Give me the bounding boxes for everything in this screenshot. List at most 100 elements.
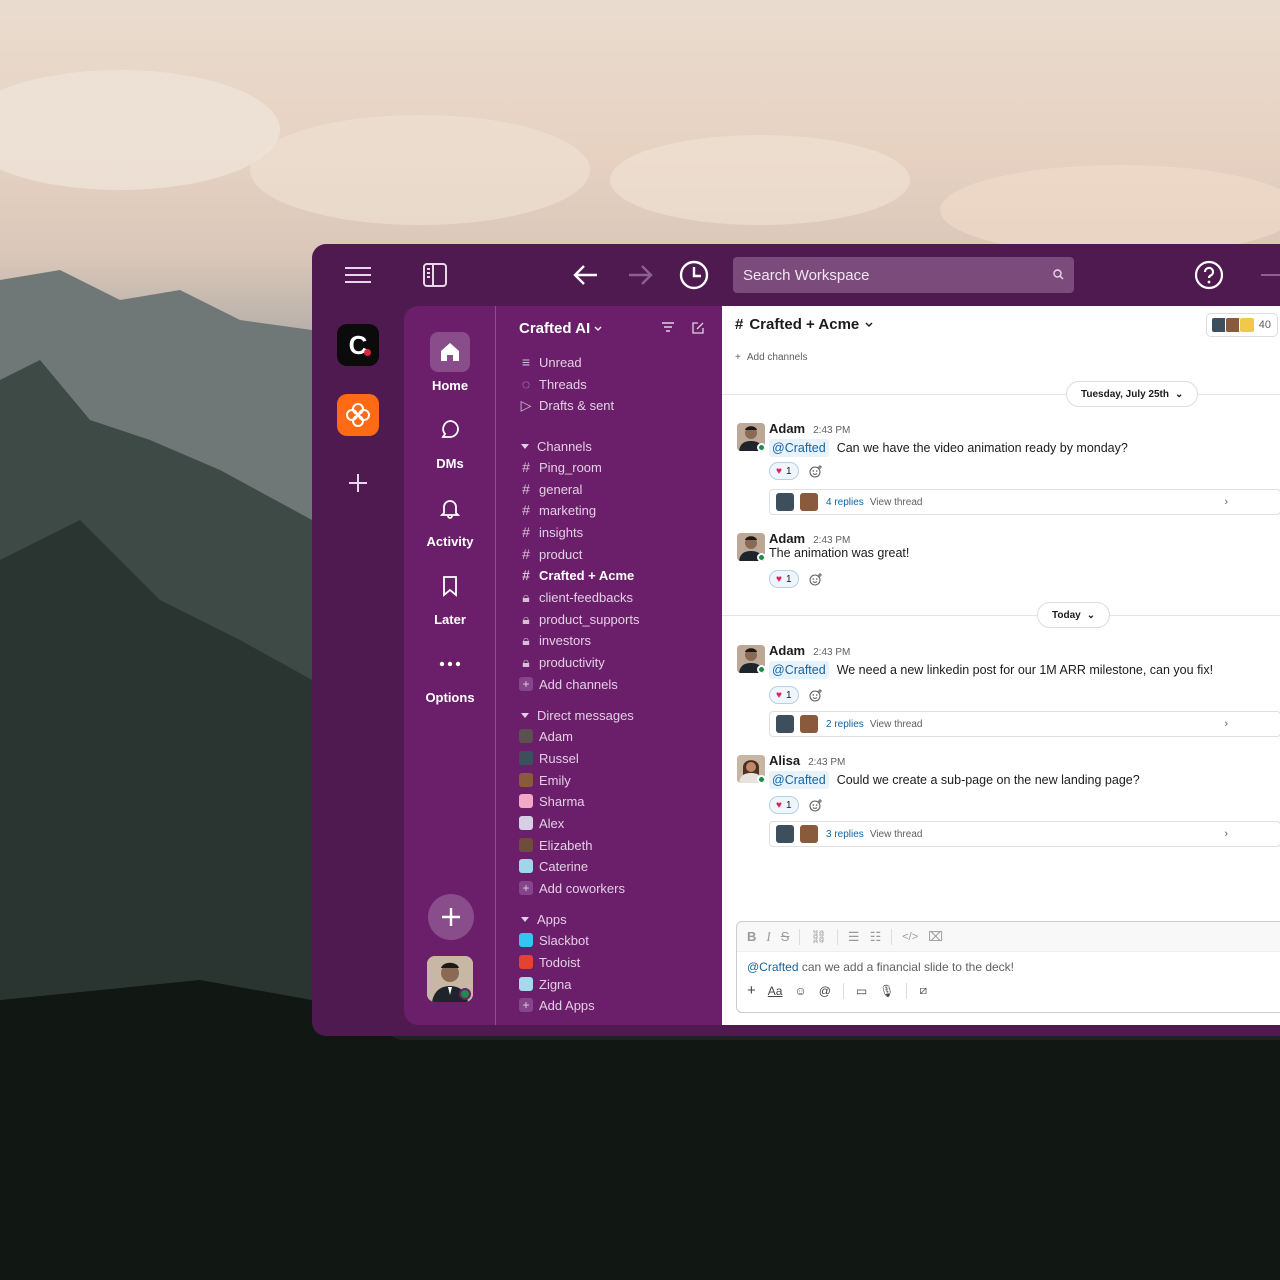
nav-dms[interactable]: DMs [404,410,496,471]
thread-summary[interactable]: 2 replies View thread › [769,711,1280,737]
emoji-icon[interactable]: ☺ [794,984,806,998]
create-new-button[interactable] [428,894,474,940]
reply-count[interactable]: 2 replies [826,719,864,730]
nav-home[interactable]: Home [404,332,496,393]
dm-section-header[interactable]: Direct messages [521,705,634,725]
app-item[interactable]: Slackbot [519,930,589,950]
app-item[interactable]: Todoist [519,952,580,972]
add-reaction-icon[interactable] [807,462,825,480]
strike-icon[interactable]: S [781,929,790,944]
thread-summary[interactable]: 3 replies View thread › [769,821,1280,847]
nav-later[interactable]: Later [404,566,496,627]
author-avatar[interactable] [737,755,765,783]
nav-options[interactable]: Options [404,644,496,705]
add-workspace-icon[interactable] [337,462,379,504]
dm-item[interactable]: Elizabeth [519,835,592,855]
sidebar-channel[interactable]: 🔒︎ investors [519,630,591,650]
workspace-crafted[interactable]: C [337,324,379,366]
sidebar-channel[interactable]: 🔒︎ productivity [519,652,604,672]
add-reaction-icon[interactable] [807,796,825,814]
dm-item[interactable]: Adam [519,726,573,746]
sidebar-channel[interactable]: # Ping_room [519,457,602,477]
sidebar-toggle-icon[interactable] [418,258,452,292]
mic-icon[interactable]: 🎙︎ [879,984,894,998]
sidebar-channel[interactable]: 🔒︎ product_supports [519,609,639,629]
message-time[interactable]: 2:43 PM [813,535,850,546]
mention-tag[interactable]: @Crafted [769,661,829,679]
author-name[interactable]: Alisa [769,753,800,768]
channels-section-header[interactable]: Channels [521,436,592,456]
italic-icon[interactable]: I [766,929,770,945]
message-time[interactable]: 2:43 PM [813,647,850,658]
view-thread-link[interactable]: View thread [870,719,923,730]
message-time[interactable]: 2:43 PM [813,425,850,436]
message-composer[interactable]: B I S ⛓︎ ☰ ☷ </> ⌧ @Crafted can we add a… [736,921,1280,1013]
reaction-heart[interactable]: ♥ 1 [769,686,799,704]
bold-icon[interactable]: B [747,929,756,944]
view-thread-link[interactable]: View thread [870,497,923,508]
slash-icon[interactable]: ⧄ [919,983,927,998]
mention-icon[interactable]: @ [819,984,831,998]
workspace-flower-icon[interactable] [337,394,379,436]
video-icon[interactable]: ▭ [856,984,867,998]
mention-tag[interactable]: @Crafted [769,771,829,789]
code-block-icon[interactable]: ⌧ [928,929,943,945]
dm-item[interactable]: Caterine [519,856,588,876]
author-name[interactable]: Adam [769,421,805,436]
sidebar-channel[interactable]: # marketing [519,500,596,520]
mention-tag[interactable]: @Crafted [769,439,829,457]
apps-section-header[interactable]: Apps [521,909,567,929]
sidebar-channel[interactable]: # general [519,479,582,499]
add-reaction-icon[interactable] [807,686,825,704]
message-time[interactable]: 2:43 PM [808,757,845,768]
composer-mention[interactable]: @Crafted [747,960,799,974]
sidebar-item-drafts[interactable]: ▷ Drafts & sent [519,395,615,415]
thread-summary[interactable]: 4 replies View thread › [769,489,1280,515]
user-avatar[interactable] [427,956,473,1002]
add-channels-bookmark[interactable]: + Add channels [735,352,807,363]
channel-title[interactable]: # Crafted + Acme [735,316,873,333]
view-thread-link[interactable]: View thread [870,829,923,840]
dm-item[interactable]: Emily [519,770,571,790]
sidebar-channel[interactable]: # insights [519,522,583,542]
search-input[interactable]: Search Workspace [733,257,1074,293]
author-avatar[interactable] [737,645,765,673]
author-avatar[interactable] [737,533,765,561]
reaction-heart[interactable]: ♥ 1 [769,796,799,814]
add-channels-link[interactable]: + Add channels [519,674,618,694]
compose-icon[interactable] [692,322,704,334]
sidebar-channel[interactable]: # product [519,544,582,564]
nav-activity[interactable]: Activity [404,488,496,549]
author-name[interactable]: Adam [769,643,805,658]
sidebar-channel[interactable]: 🔒︎ client-feedbacks [519,587,633,607]
history-icon[interactable] [677,258,711,292]
link-icon[interactable]: ⛓︎ [810,929,827,945]
reaction-heart[interactable]: ♥ 1 [769,462,799,480]
reaction-heart[interactable]: ♥ 1 [769,570,799,588]
sidebar-item-threads[interactable]: ◌ Threads [519,374,587,394]
sidebar-channel-active[interactable]: # Crafted + Acme [519,565,634,585]
members-button[interactable]: 40 [1205,313,1278,337]
author-name[interactable]: Adam [769,531,805,546]
reply-count[interactable]: 3 replies [826,829,864,840]
reply-count[interactable]: 4 replies [826,497,864,508]
date-pill-jump[interactable]: Tuesday, July 25th ⌄ [1066,381,1199,407]
sidebar-item-unread[interactable]: ≡ Unread [519,352,582,372]
dm-item[interactable]: Alex [519,813,564,833]
bullet-list-icon[interactable]: ☷ [870,929,882,945]
add-coworkers-link[interactable]: + Add coworkers [519,878,625,898]
workspace-switcher[interactable]: Crafted AI [519,320,602,337]
dm-item[interactable]: Sharma [519,791,585,811]
author-avatar[interactable] [737,423,765,451]
dm-item[interactable]: Russel [519,748,579,768]
date-pill-today[interactable]: Today ⌄ [1037,602,1111,628]
forward-arrow-icon[interactable] [623,258,657,292]
help-icon[interactable] [1192,258,1226,292]
app-item[interactable]: Zigna [519,974,572,994]
add-reaction-icon[interactable] [807,570,825,588]
filter-icon[interactable] [662,322,674,332]
menu-icon[interactable] [341,258,375,292]
text-format-icon[interactable]: Aa [768,984,783,998]
minimize-icon[interactable] [1256,258,1280,292]
composer-input[interactable]: @Crafted can we add a financial slide to… [737,952,1280,982]
